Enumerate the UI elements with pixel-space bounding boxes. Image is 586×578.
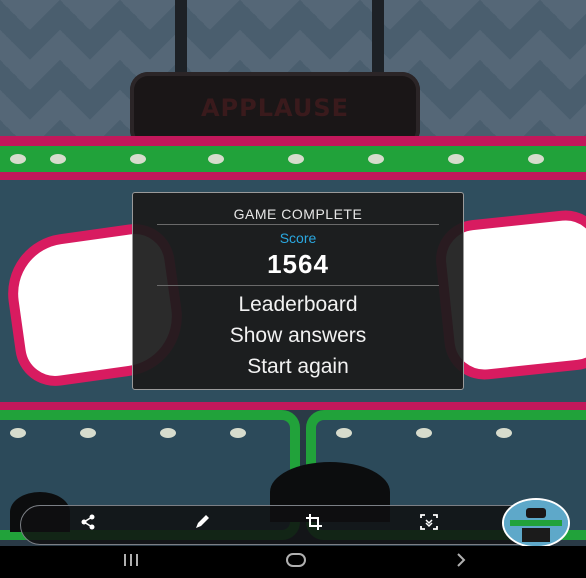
share-icon[interactable]: [73, 510, 103, 540]
panel-light: [416, 428, 432, 438]
crop-icon[interactable]: [299, 510, 329, 540]
panel-light: [230, 428, 246, 438]
panel-light: [496, 428, 512, 438]
divider: [157, 285, 439, 286]
rail-light: [448, 154, 464, 164]
rail-light: [130, 154, 146, 164]
panel-light: [10, 428, 26, 438]
rail-light: [288, 154, 304, 164]
game-stage: APPLAUSE GAME COMPLETE Score 1564 Leader…: [0, 0, 586, 578]
show-answers-button[interactable]: Show answers: [133, 324, 463, 348]
game-complete-dialog: GAME COMPLETE Score 1564 Leaderboard Sho…: [132, 192, 464, 390]
rail-light: [50, 154, 66, 164]
score-value: 1564: [267, 249, 329, 279]
pencil-icon[interactable]: [187, 510, 217, 540]
screenshot-toolbar: [20, 505, 568, 545]
panel-light: [336, 428, 352, 438]
rail-light: [368, 154, 384, 164]
rail-light: [528, 154, 544, 164]
dialog-title: GAME COMPLETE: [233, 206, 363, 222]
panel-light: [160, 428, 176, 438]
applause-sign-text: APPLAUSE: [200, 94, 350, 122]
stage-rail-top-pink-lower: [0, 172, 586, 180]
system-navbar: [0, 546, 586, 578]
rail-light: [10, 154, 26, 164]
divider: [157, 224, 439, 225]
back-icon[interactable]: [455, 552, 467, 573]
scroll-capture-icon[interactable]: [414, 510, 444, 540]
stage-rail-top-pink: [0, 136, 586, 146]
panel-light: [80, 428, 96, 438]
recent-apps-icon[interactable]: [122, 552, 140, 573]
thumbnail-preview[interactable]: [502, 498, 570, 548]
stage-rail-bottom-pink: [0, 402, 586, 410]
rail-light: [208, 154, 224, 164]
home-icon[interactable]: [285, 552, 307, 573]
stage-rail-top-green: [0, 146, 586, 172]
start-again-button[interactable]: Start again: [133, 355, 463, 379]
leaderboard-button[interactable]: Leaderboard: [133, 293, 463, 317]
score-label: Score: [279, 230, 317, 246]
